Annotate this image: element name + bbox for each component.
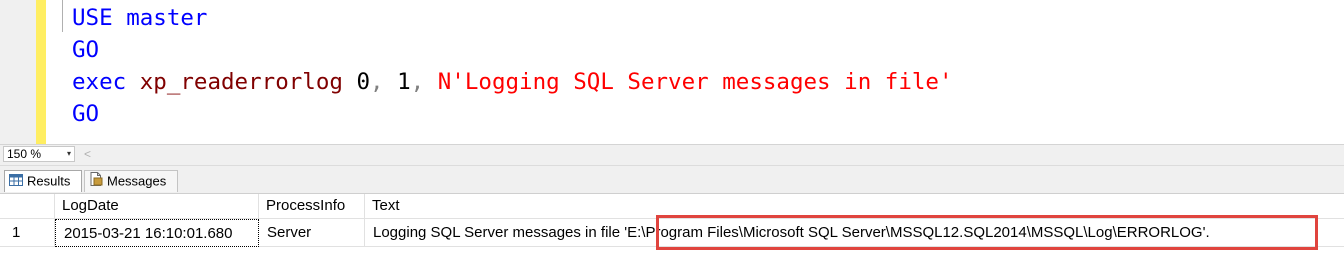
code-token: , bbox=[410, 69, 425, 95]
row-number-header[interactable] bbox=[0, 194, 55, 219]
results-tab-strip: Results Messages bbox=[0, 165, 1344, 194]
code-line[interactable]: GO bbox=[72, 34, 953, 66]
code-token: xp_readerrorlog bbox=[139, 69, 343, 95]
row-number[interactable]: 1 bbox=[0, 219, 55, 247]
sql-code[interactable]: USE master GO exec xp_readerrorlog 0, 1, N… bbox=[72, 2, 953, 130]
text-cursor bbox=[62, 0, 63, 32]
zoom-value: 150 % bbox=[7, 147, 42, 161]
code-token: 1 bbox=[397, 69, 411, 95]
editor-status-bar: 150 % ▾ < bbox=[0, 144, 1344, 165]
table-cell-processinfo[interactable]: Server bbox=[259, 219, 365, 247]
tab-messages-label: Messages bbox=[107, 173, 167, 189]
tab-results[interactable]: Results bbox=[4, 170, 82, 192]
annotation-highlight-box bbox=[656, 215, 1318, 250]
code-token: 0 bbox=[356, 69, 371, 95]
zoom-select[interactable]: 150 % ▾ bbox=[3, 146, 75, 162]
code-token: USE bbox=[72, 5, 113, 31]
column-header-logdate[interactable]: LogDate bbox=[55, 194, 259, 219]
editor-gutter bbox=[0, 0, 36, 144]
tab-messages[interactable]: Messages bbox=[84, 170, 178, 192]
code-token: exec bbox=[72, 69, 127, 95]
chevron-down-icon[interactable]: ▾ bbox=[67, 147, 71, 161]
code-token: N'Logging SQL Server messages in file' bbox=[437, 69, 953, 95]
code-token: GO bbox=[72, 101, 100, 127]
code-token: GO bbox=[72, 37, 100, 63]
code-token: , bbox=[370, 69, 384, 95]
document-icon bbox=[89, 171, 103, 192]
code-line[interactable]: USE master bbox=[72, 2, 953, 34]
code-token: master bbox=[126, 5, 208, 31]
tab-results-label: Results bbox=[27, 173, 71, 189]
query-editor[interactable]: USE master GO exec xp_readerrorlog 0, 1, N… bbox=[0, 0, 1344, 144]
change-tracking-margin bbox=[36, 0, 46, 144]
code-line[interactable]: exec xp_readerrorlog 0, 1, N'Logging SQL… bbox=[72, 66, 953, 98]
table-cell-logdate[interactable]: 2015-03-21 16:10:01.680 bbox=[55, 219, 259, 247]
column-header-processinfo[interactable]: ProcessInfo bbox=[259, 194, 365, 219]
grid-icon bbox=[9, 172, 23, 192]
code-line[interactable]: GO bbox=[72, 98, 953, 130]
scroll-left-icon[interactable]: < bbox=[84, 146, 91, 162]
